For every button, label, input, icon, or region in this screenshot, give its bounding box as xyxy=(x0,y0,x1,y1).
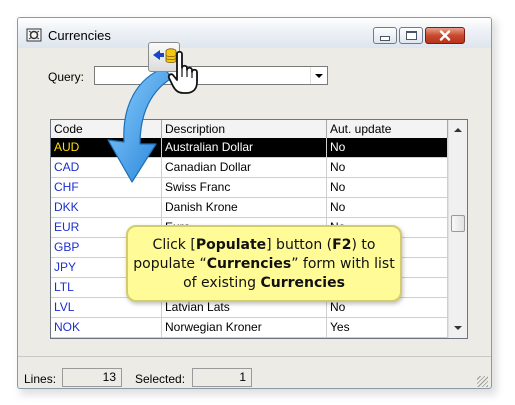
callout-shortcut: F2 xyxy=(332,237,352,253)
scroll-down-icon[interactable] xyxy=(454,326,462,330)
cell-code: NOK xyxy=(51,318,162,338)
query-label: Query: xyxy=(48,70,85,84)
callout-text: ] button ( xyxy=(266,237,333,253)
lines-label: Lines: xyxy=(24,372,57,386)
scroll-up-icon[interactable] xyxy=(454,128,462,132)
close-button[interactable] xyxy=(425,27,465,44)
callout-text: Click [ xyxy=(152,237,196,253)
callout-populate: Populate xyxy=(195,237,267,253)
cell-code: DKK xyxy=(51,198,162,218)
currencies-window: Currencies Query: Code Description Aut. … xyxy=(17,17,492,389)
status-bar: Lines: 13 Selected: 1 xyxy=(18,356,491,388)
selected-label: Selected: xyxy=(135,372,186,386)
instruction-callout: Click [Populate] button (F2) to populate… xyxy=(126,225,402,302)
table-row[interactable]: NOK Norwegian Kroner Yes xyxy=(51,318,448,338)
scroll-thumb[interactable] xyxy=(451,215,465,232)
window-title: Currencies xyxy=(48,28,111,43)
cell-auto-update: No xyxy=(327,158,448,178)
cell-description: Norwegian Kroner xyxy=(162,318,327,338)
close-icon xyxy=(439,30,451,41)
column-header-auto-update[interactable]: Aut. update xyxy=(327,120,448,138)
callout-form-name: Currencies xyxy=(206,256,292,272)
cell-description: Danish Krone xyxy=(162,198,327,218)
cell-auto-update: Yes xyxy=(327,318,448,338)
maximize-icon xyxy=(405,31,417,40)
selected-count: 1 xyxy=(192,368,252,387)
title-bar[interactable]: Currencies xyxy=(18,18,491,48)
table-row[interactable]: DKK Danish Krone No xyxy=(51,198,448,218)
maximize-button[interactable] xyxy=(399,27,423,44)
minimize-icon xyxy=(380,35,390,41)
cell-auto-update: No xyxy=(327,198,448,218)
hand-pointer-icon xyxy=(167,50,198,94)
currencies-app-icon xyxy=(26,28,42,42)
cell-auto-update: No xyxy=(327,178,448,198)
vertical-scrollbar[interactable] xyxy=(448,120,467,338)
minimize-button[interactable] xyxy=(373,27,397,44)
chevron-down-icon[interactable] xyxy=(310,67,327,84)
lines-count: 13 xyxy=(62,368,122,387)
callout-entity-name: Currencies xyxy=(260,275,345,291)
cell-auto-update: No xyxy=(327,138,448,158)
resize-grip-icon[interactable] xyxy=(477,376,488,387)
